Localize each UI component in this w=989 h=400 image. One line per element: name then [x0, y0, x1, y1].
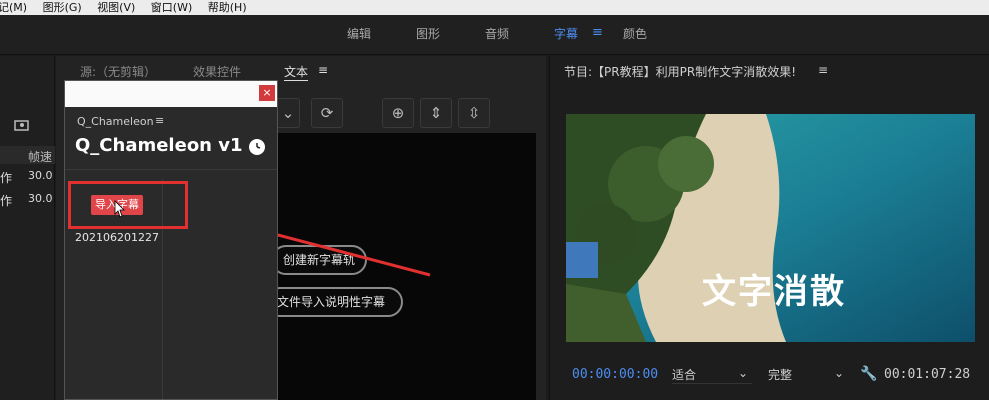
fit-select[interactable]: 适合 ⌄ — [672, 366, 752, 384]
current-timecode[interactable]: 00:00:00:00 — [572, 367, 658, 382]
duration-timecode: 00:01:07:28 — [884, 367, 971, 382]
divider — [65, 169, 277, 170]
playback-quality-select[interactable]: 完整 ⌄ — [768, 366, 848, 384]
plugin-title: Q_Chameleon v1 — [75, 135, 243, 156]
wrench-icon[interactable]: 🔧 — [860, 366, 877, 382]
file-timestamp[interactable]: 202106201227 — [75, 231, 159, 244]
clock-icon[interactable] — [249, 139, 265, 155]
chevron-down-icon: ⌄ — [737, 366, 748, 380]
overlay-caption-text: 文字消散 — [702, 272, 846, 312]
highlight-box — [68, 181, 188, 229]
plugin-titlebar — [65, 81, 277, 107]
program-monitor: 节目:【PR教程】利用PR制作文字消散效果! ≡ 文字消散 00:00:00:0… — [549, 56, 989, 400]
hamburger-menu-icon[interactable]: ≡ — [818, 63, 828, 77]
plugin-window: × Q_Chameleon ≡ Q_Chameleon v1 导入字幕 2021… — [64, 80, 278, 400]
program-title: 节目:【PR教程】利用PR制作文字消散效果! — [564, 65, 797, 79]
fit-value: 适合 — [672, 368, 697, 382]
video-preview[interactable]: 文字消散 — [566, 114, 975, 342]
close-icon[interactable]: × — [259, 85, 275, 101]
chevron-down-icon: ⌄ — [833, 366, 844, 380]
hamburger-menu-icon[interactable]: ≡ — [155, 114, 164, 127]
plugin-subtitle: Q_Chameleon — [77, 115, 154, 128]
quality-value: 完整 — [768, 368, 793, 382]
